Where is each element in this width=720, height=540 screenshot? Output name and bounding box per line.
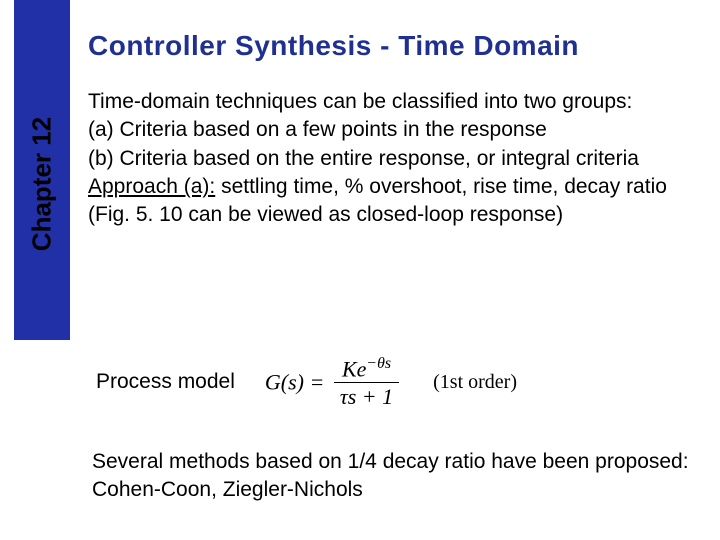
approach-label: Approach (a): [88,175,215,198]
chapter-sidebar: Chapter 12 [14,0,70,340]
formula-fraction: Ke−θs τs + 1 [334,356,399,409]
chapter-label: Chapter 12 [27,116,58,250]
formula-lhs: G(s) = [265,369,324,394]
order-note: (1st order) [433,371,517,394]
footer-text: Several methods based on 1/4 decay ratio… [92,448,692,505]
process-model-label: Process model [96,370,235,394]
formula-denominator: τs + 1 [334,383,399,408]
slide-title: Controller Synthesis - Time Domain [88,30,579,62]
process-row: Process model G(s) = Ke−θs τs + 1 (1st o… [96,356,517,409]
transfer-function-formula: G(s) = Ke−θs τs + 1 [265,356,403,409]
intro-line: Time-domain techniques can be classified… [88,90,632,113]
formula-numerator: Ke−θs [334,356,399,383]
criteria-a: (a) Criteria based on a few points in th… [88,118,547,141]
body-text: Time-domain techniques can be classified… [88,88,698,230]
criteria-b: (b) Criteria based on the entire respons… [88,147,639,170]
